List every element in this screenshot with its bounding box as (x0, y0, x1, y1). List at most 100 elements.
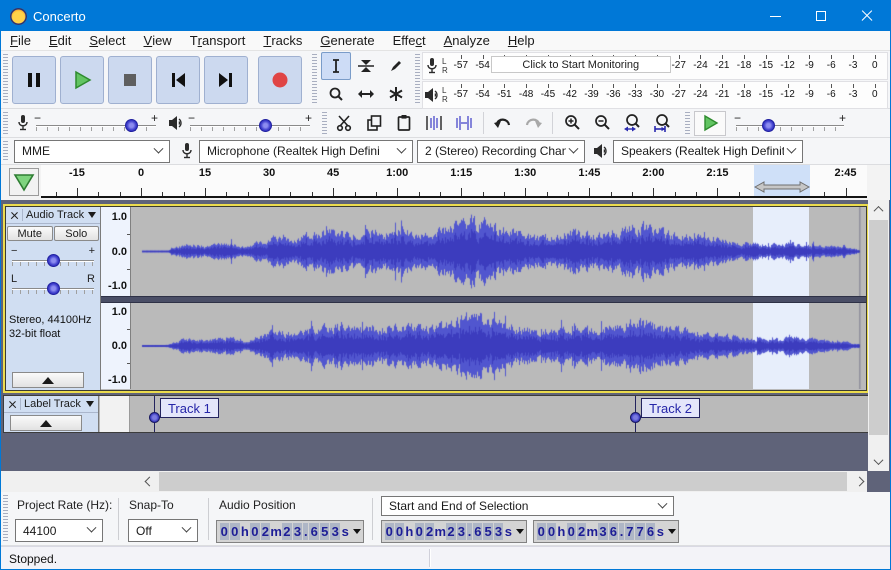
zoom-tool-button[interactable] (321, 80, 351, 108)
time-digit[interactable]: 2 (424, 523, 435, 540)
vertical-scrollbar-thumb[interactable] (869, 220, 888, 435)
selection-mode-select[interactable]: Start and End of Selection (381, 496, 674, 516)
time-digit[interactable]: 0 (414, 523, 424, 540)
mute-button[interactable]: Mute (7, 226, 53, 241)
scroll-down-button[interactable] (868, 452, 889, 471)
label-track[interactable]: Label Track Track 1 Track 2 (3, 395, 869, 433)
time-digit[interactable]: 0 (250, 523, 260, 540)
playback-meter[interactable]: L R -57 -54 -51 -48 -45 -42 -39 -36 -33 -30 -27 -24… (422, 81, 888, 109)
playback-device-select[interactable]: Speakers (Realtek High Definiti (613, 139, 803, 163)
stop-button[interactable] (108, 56, 152, 104)
monitoring-overlay[interactable]: Click to Start Monitoring (490, 56, 671, 73)
play-button[interactable] (60, 56, 104, 104)
timeline-ruler[interactable]: -1501530451:001:151:301:452:002:152:302:… (41, 165, 867, 198)
time-unit[interactable]: s (504, 523, 513, 540)
channel-separator[interactable] (101, 296, 866, 303)
menu-transport[interactable]: Tr ansport (181, 31, 255, 50)
envelope-tool-button[interactable] (351, 52, 381, 80)
fit-selection-button[interactable] (618, 110, 646, 136)
collapse-track-button[interactable] (12, 372, 84, 388)
time-digit[interactable]: 3 (292, 523, 303, 540)
audio-track[interactable]: Audio Track Mute Solo − + L R Stereo, 44… (3, 204, 869, 393)
zoom-in-button[interactable] (558, 110, 586, 136)
timeline-selection-region[interactable] (754, 165, 811, 196)
selection-toolbar-grip[interactable] (3, 495, 8, 542)
waveform-channel-2[interactable] (131, 303, 867, 389)
track-name-menu[interactable]: Label Track (20, 398, 98, 410)
time-digit[interactable]: 0 (546, 523, 557, 540)
gain-thumb[interactable] (47, 254, 60, 267)
snap-to-select[interactable]: Off (128, 519, 198, 542)
time-unit[interactable]: h (405, 523, 414, 540)
time-unit[interactable]: m (587, 523, 599, 540)
recording-meter[interactable]: L R Click to Start Monitoring -57-54-51-… (422, 52, 888, 80)
paste-button[interactable] (390, 110, 418, 136)
edit-toolbar-grip[interactable] (322, 112, 327, 134)
play-at-speed-grip[interactable] (685, 112, 690, 134)
time-digit[interactable]: 3 (330, 523, 341, 540)
time-unit[interactable]: h (240, 523, 250, 540)
timefield-caret-icon[interactable] (516, 529, 525, 534)
label-text-box[interactable]: Track 1 (159, 398, 219, 418)
mixer-toolbar-grip[interactable] (3, 112, 8, 134)
time-digit[interactable]: 2 (260, 523, 271, 540)
selection-tool-button[interactable] (321, 52, 351, 80)
undo-button[interactable] (489, 110, 517, 136)
time-unit[interactable]: m (270, 523, 282, 540)
time-digit[interactable]: 0 (394, 523, 405, 540)
recording-channels-select[interactable]: 2 (Stereo) Recording Channels (417, 139, 585, 163)
time-digit[interactable]: 3 (598, 523, 608, 540)
label-marker-handle[interactable] (630, 412, 642, 423)
time-digit[interactable]: 0 (219, 523, 230, 540)
time-digit[interactable]: 2 (446, 523, 456, 540)
time-digit[interactable]: 6 (473, 523, 483, 540)
menu-edit[interactable]: Edit (40, 31, 80, 50)
time-unit[interactable]: h (557, 523, 566, 540)
time-digit[interactable]: 5 (319, 523, 330, 540)
time-unit[interactable]: s (656, 523, 665, 540)
time-digit[interactable]: 7 (635, 523, 645, 540)
menu-generate[interactable]: Generate (311, 31, 383, 50)
menu-select[interactable]: Select (80, 31, 134, 50)
label-track-content[interactable]: Track 1 Track 2 (131, 396, 868, 432)
label-marker-handle[interactable] (148, 412, 160, 423)
cut-button[interactable] (330, 110, 358, 136)
vertical-ruler-ch2[interactable]: 1.0 0.0 -1.0 (101, 303, 131, 389)
record-button[interactable] (258, 56, 302, 104)
recording-volume-slider[interactable]: − + (34, 111, 158, 134)
time-digit[interactable]: 6 (645, 523, 656, 540)
time-digit[interactable]: 0 (384, 523, 394, 540)
time-shift-tool-button[interactable] (351, 80, 381, 108)
time-digit[interactable]: 2 (576, 523, 587, 540)
label-text-box[interactable]: Track 2 (641, 398, 701, 418)
playback-volume-thumb[interactable] (258, 119, 272, 132)
time-unit[interactable]: s (341, 523, 351, 540)
time-unit[interactable]: m (435, 523, 447, 540)
tools-toolbar-grip[interactable] (312, 54, 317, 105)
solo-button[interactable]: Solo (53, 226, 99, 241)
play-at-speed-button[interactable] (694, 110, 726, 136)
scroll-left-button[interactable] (139, 471, 159, 492)
time-digit[interactable]: 0 (566, 523, 576, 540)
horizontal-scrollbar[interactable] (139, 471, 869, 492)
menu-file[interactable]: File (1, 31, 40, 50)
pan-slider[interactable]: L R (11, 273, 95, 299)
close-track-button[interactable] (5, 397, 20, 412)
track-name-menu[interactable]: Audio Track (22, 209, 100, 221)
close-track-button[interactable] (7, 208, 22, 223)
menu-view[interactable]: View (135, 31, 181, 50)
time-digit[interactable]: 6 (309, 523, 319, 540)
time-digit[interactable]: . (619, 523, 625, 540)
silence-audio-button[interactable] (450, 110, 478, 136)
time-digit[interactable]: . (303, 523, 309, 540)
copy-button[interactable] (360, 110, 388, 136)
recording-device-select[interactable]: Microphone (Realtek High Defini (199, 139, 413, 163)
time-digit[interactable]: 2 (282, 523, 292, 540)
time-digit[interactable]: 0 (230, 523, 240, 540)
draw-tool-button[interactable] (381, 52, 411, 80)
time-digit[interactable]: 3 (493, 523, 504, 540)
menu-effect[interactable]: Effe c t (384, 31, 435, 50)
menu-help[interactable]: Help (499, 31, 544, 50)
menu-analyze[interactable]: Analyze (435, 31, 499, 50)
menu-tracks[interactable]: Tracks (254, 31, 311, 50)
